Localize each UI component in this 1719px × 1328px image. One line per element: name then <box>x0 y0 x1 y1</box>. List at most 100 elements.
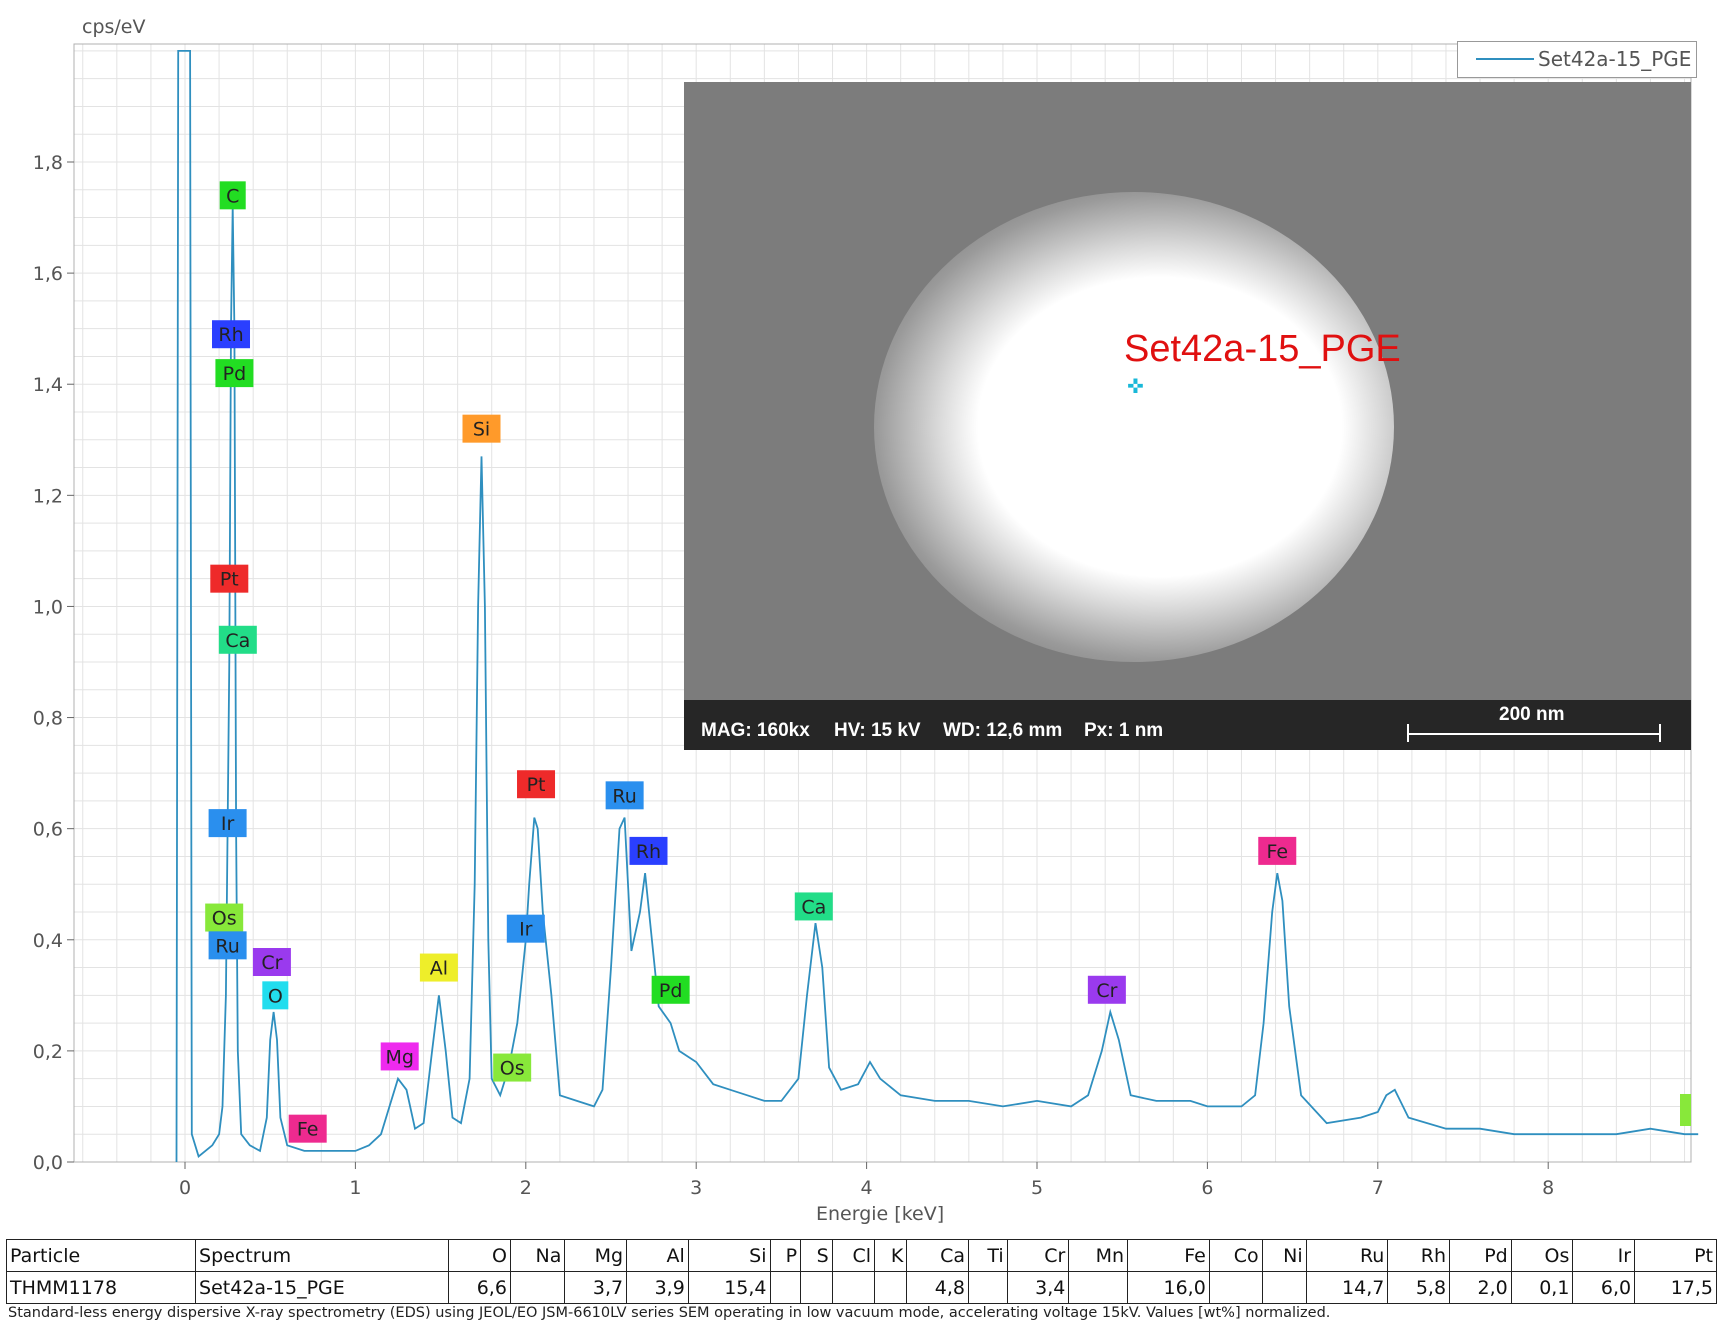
table-header-cell: Na <box>509 1239 566 1272</box>
table-cell: 17,5 <box>1634 1271 1717 1304</box>
table-header-cell: Fe <box>1127 1239 1210 1272</box>
peak-label: Ca <box>225 630 250 652</box>
peak-label: Cr <box>1096 980 1117 1002</box>
x-tick-label: 5 <box>1031 1177 1043 1199</box>
table-header-cell: P <box>769 1239 802 1272</box>
scale-bar-tick <box>1407 724 1409 742</box>
table-header-cell: Ir <box>1572 1239 1636 1272</box>
table-cell <box>800 1271 833 1304</box>
peak-label: Al <box>430 958 448 980</box>
crosshair-icon: ✜ <box>1127 374 1144 398</box>
peak-label: Os <box>212 908 237 930</box>
table-cell <box>1208 1271 1263 1304</box>
peak-label: O <box>268 985 283 1007</box>
table-row: THMM1178 Set42a-15_PGE 6,6 3,7 3,9 15,4 4,8 3,4… <box>5 1271 1717 1304</box>
peak-label: Fe <box>1266 841 1288 863</box>
peak-label: Pt <box>527 774 546 796</box>
x-axis-title: Energie [keV] <box>816 1203 945 1225</box>
table-cell: 15,4 <box>687 1271 771 1304</box>
x-tick-label: 1 <box>349 1177 361 1199</box>
table-header-cell: Ti <box>968 1239 1008 1272</box>
table-cell <box>769 1271 802 1304</box>
y-tick-label: 0,2 <box>33 1041 63 1063</box>
table-header-cell: Cl <box>831 1239 876 1272</box>
table-header-cell: Cr <box>1006 1239 1070 1272</box>
table-cell: 0,1 <box>1510 1271 1574 1304</box>
table-cell: 5,8 <box>1387 1271 1451 1304</box>
peak-label: Pd <box>659 980 683 1002</box>
composition-table: Particle Spectrum O Na Mg Al Si P S Cl K Ca Ti Cr Mn Fe… <box>5 1239 1717 1304</box>
hv-readout: HV: 15 kV <box>834 720 921 741</box>
px-readout: Px: 1 nm <box>1084 720 1164 741</box>
y-tick-label: 1,2 <box>33 485 63 507</box>
legend-series-swatch <box>1476 58 1534 60</box>
x-tick-label: 4 <box>861 1177 873 1199</box>
specimen-label: Set42a-15_PGE <box>1124 328 1401 370</box>
table-header-cell: Particle <box>5 1239 197 1272</box>
x-tick-label: 6 <box>1201 1177 1213 1199</box>
table-header-cell: Ru <box>1305 1239 1389 1272</box>
peak-label: Ca <box>801 896 826 918</box>
table-cell: 3,4 <box>1006 1271 1070 1304</box>
peak-label: Mg <box>385 1046 413 1068</box>
x-tick-label: 2 <box>520 1177 532 1199</box>
table-cell: 4,8 <box>906 1271 970 1304</box>
peak-label: C <box>226 185 239 207</box>
legend-series-name: Set42a-15_PGE <box>1538 47 1692 71</box>
sem-info-bar: MAG: 160kx HV: 15 kV WD: 12,6 mm Px: 1 n… <box>684 700 1691 750</box>
table-header-cell: Al <box>626 1239 689 1272</box>
x-tick-label: 3 <box>690 1177 702 1199</box>
table-header-cell: Mg <box>564 1239 628 1272</box>
table-cell <box>874 1271 908 1304</box>
y-tick-label: 0,0 <box>33 1152 63 1174</box>
peak-label: Cr <box>261 952 282 974</box>
scale-bar-label: 200 nm <box>1499 704 1565 725</box>
y-tick-label: 0,8 <box>33 708 63 730</box>
peak-label: Os <box>500 1058 525 1080</box>
table-header-cell: Pd <box>1449 1239 1512 1272</box>
mag-readout: MAG: 160kx <box>701 720 810 741</box>
peak-label: Rh <box>218 324 243 346</box>
table-cell: 6,0 <box>1572 1271 1636 1304</box>
table-header-cell: Ni <box>1261 1239 1307 1272</box>
peak-label: Ru <box>612 785 636 807</box>
table-cell: 2,0 <box>1449 1271 1512 1304</box>
peak-label: Pt <box>220 569 239 591</box>
table-cell: 16,0 <box>1127 1271 1210 1304</box>
particle-image <box>874 192 1394 662</box>
y-tick-label: 1,6 <box>33 263 63 285</box>
y-tick-label: 1,4 <box>33 374 63 396</box>
x-tick-label: 0 <box>179 1177 191 1199</box>
y-axis-title: cps/eV <box>82 16 146 38</box>
chart-legend: Set42a-15_PGE <box>1457 41 1697 78</box>
x-tick-label: 7 <box>1372 1177 1384 1199</box>
y-tick-label: 0,6 <box>33 819 63 841</box>
table-cell <box>968 1271 1008 1304</box>
y-tick-label: 1,0 <box>33 596 63 618</box>
peak-label: Ru <box>215 935 239 957</box>
peak-label: Rh <box>636 841 661 863</box>
peak-label: Pd <box>223 363 247 385</box>
sem-image-inset: Set42a-15_PGE ✜ MAG: 160kx HV: 15 kV WD:… <box>684 82 1691 750</box>
y-tick-label: 0,4 <box>33 930 63 952</box>
scale-bar <box>1407 733 1659 735</box>
table-cell <box>509 1271 566 1304</box>
y-tick-label: 1,8 <box>33 152 63 174</box>
table-header-cell: Si <box>687 1239 771 1272</box>
table-header-cell: Mn <box>1068 1239 1129 1272</box>
x-tick-label: 8 <box>1542 1177 1554 1199</box>
table-cell: 3,9 <box>626 1271 689 1304</box>
table-cell: 3,7 <box>564 1271 628 1304</box>
peak-label: Si <box>473 419 490 441</box>
table-cell: 6,6 <box>448 1271 511 1304</box>
table-header-cell: Rh <box>1387 1239 1451 1272</box>
table-header-cell: Co <box>1208 1239 1263 1272</box>
peak-label-box <box>1680 1094 1691 1126</box>
scale-bar-tick <box>1659 724 1661 742</box>
table-header-cell: Spectrum <box>195 1239 450 1272</box>
peak-label: Fe <box>297 1119 319 1141</box>
peak-label: Ir <box>519 919 533 941</box>
table-header-cell: Ca <box>906 1239 970 1272</box>
table-header-cell: S <box>800 1239 833 1272</box>
table-cell <box>1068 1271 1129 1304</box>
